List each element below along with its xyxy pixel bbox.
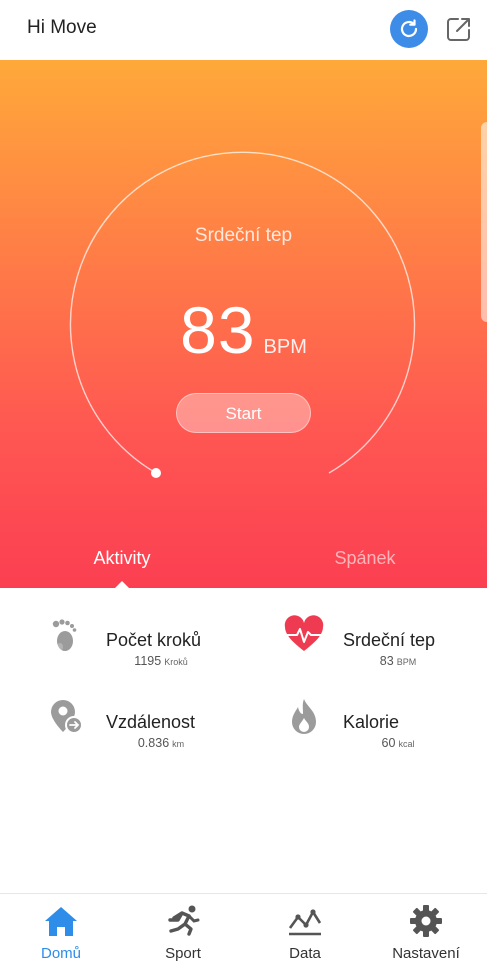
share-icon [447, 18, 470, 41]
nav-label: Domů [40, 945, 81, 962]
bottom-nav: Domů Sport Data Nastavení [0, 893, 487, 962]
sync-button[interactable] [390, 10, 428, 48]
heart-rate-readout: 83 BPM [0, 292, 487, 368]
heart-rate-label: Srdeční tep [194, 225, 293, 246]
heart-rate-panel: Srdeční tep 83 BPM Start Aktivity Spánek [0, 60, 487, 588]
app-title: Hi Move [27, 17, 97, 38]
nav-label: Nastavení [392, 945, 460, 962]
stat-value: 60 kcal [381, 736, 415, 750]
nav-label: Data [289, 945, 321, 962]
sync-icon [400, 19, 418, 38]
heart-pulse-icon [284, 615, 324, 651]
tab-bar: Aktivity Spánek [0, 548, 487, 588]
top-bar: Hi Move [0, 0, 487, 60]
active-tab-indicator [115, 581, 129, 588]
stat-title: Srdeční tep [343, 630, 436, 650]
flame-icon [292, 699, 316, 734]
heart-rate-value: 83 [180, 293, 256, 367]
location-pin-icon [51, 700, 83, 734]
dial-indicator [151, 468, 161, 478]
start-button[interactable]: Start [176, 393, 311, 433]
nav-sport[interactable]: Sport [122, 894, 244, 962]
share-button[interactable] [443, 13, 475, 45]
nav-label: Sport [165, 945, 201, 962]
chart-icon [288, 909, 322, 936]
nav-data[interactable]: Data [244, 894, 366, 962]
stat-steps[interactable]: Počet kroků 1195 Kroků [6, 596, 246, 668]
footprints-icon [52, 619, 77, 651]
stat-heart-rate[interactable]: Srdeční tep 83 BPM [243, 596, 483, 668]
tab-activity[interactable]: Aktivity [22, 548, 222, 569]
heart-rate-unit: BPM [263, 336, 307, 358]
activity-stats: Počet kroků 1195 Kroků Srdeční tep 83 BPM … [0, 588, 487, 893]
stat-value: 1195 Kroků [134, 654, 188, 668]
nav-settings[interactable]: Nastavení [365, 894, 487, 962]
stat-distance[interactable]: Vzdálenost 0.836 km [6, 678, 246, 750]
stat-calories[interactable]: Kalorie 60 kcal [243, 678, 483, 750]
stat-value: 0.836 km [137, 736, 185, 750]
running-icon [168, 905, 200, 936]
tab-sleep[interactable]: Spánek [265, 548, 465, 569]
nav-home[interactable]: Domů [0, 894, 122, 962]
stat-title: Počet kroků [106, 630, 202, 650]
home-icon [45, 907, 77, 936]
stat-title: Kalorie [343, 712, 400, 732]
gear-icon [410, 905, 442, 937]
stat-title: Vzdálenost [106, 712, 196, 732]
stat-value: 83 BPM [379, 654, 417, 668]
